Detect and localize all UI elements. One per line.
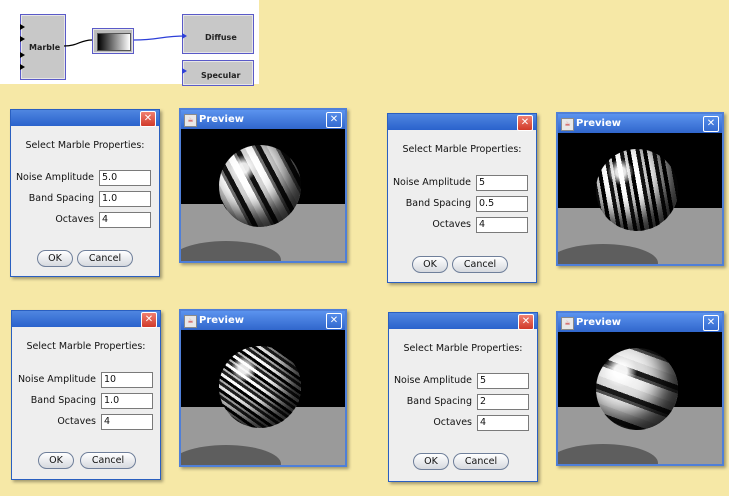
- dialog-heading: Select Marble Properties:: [403, 343, 523, 354]
- dialog-heading: Select Marble Properties:: [25, 140, 145, 151]
- marble-sphere: [219, 346, 301, 428]
- render-viewport: [181, 330, 345, 465]
- ok-button[interactable]: OK: [413, 453, 449, 470]
- ok-button[interactable]: OK: [37, 250, 73, 267]
- marble-sphere: [219, 145, 301, 227]
- noise-amplitude-field[interactable]: 5: [477, 373, 529, 389]
- band-spacing-field[interactable]: 1.0: [99, 191, 151, 207]
- dialog-titlebar[interactable]: ✕: [388, 114, 536, 131]
- band-spacing-field[interactable]: 2: [477, 394, 529, 410]
- specular-label: Specular: [201, 71, 241, 80]
- java-app-icon: ☕: [561, 317, 574, 330]
- octaves-field[interactable]: 4: [101, 414, 153, 430]
- preview-title: Preview: [199, 315, 245, 326]
- band-spacing-field[interactable]: 1.0: [101, 393, 153, 409]
- octaves-label: Octaves: [433, 417, 472, 428]
- dialog-titlebar[interactable]: ✕: [12, 311, 160, 328]
- java-app-icon: ☕: [184, 114, 197, 127]
- specular-node[interactable]: Specular: [182, 60, 254, 86]
- preview-window: ☕ Preview ✕: [179, 309, 347, 467]
- render-viewport: [558, 332, 722, 464]
- band-spacing-label: Band Spacing: [28, 193, 94, 204]
- octaves-field[interactable]: 4: [476, 217, 528, 233]
- close-button[interactable]: ✕: [326, 112, 342, 128]
- noise-amplitude-label: Noise Amplitude: [17, 374, 96, 385]
- marble-properties-dialog: ✕ Select Marble Properties: Noise Amplit…: [387, 113, 537, 283]
- diffuse-label: Diffuse: [205, 33, 237, 42]
- render-viewport: [181, 129, 345, 261]
- marble-properties-dialog: ✕ Select Marble Properties: Noise Amplit…: [10, 109, 160, 277]
- close-button[interactable]: ✕: [326, 313, 342, 329]
- gradient-node[interactable]: [92, 28, 134, 54]
- diffuse-node[interactable]: Diffuse: [182, 14, 254, 54]
- preview-title: Preview: [576, 317, 622, 328]
- preview-title: Preview: [576, 118, 622, 129]
- close-button[interactable]: ✕: [703, 315, 719, 331]
- band-spacing-label: Band Spacing: [405, 198, 471, 209]
- dialog-titlebar[interactable]: ✕: [11, 110, 159, 127]
- band-spacing-label: Band Spacing: [30, 395, 96, 406]
- close-button[interactable]: ✕: [703, 116, 719, 132]
- noise-amplitude-label: Noise Amplitude: [15, 172, 94, 183]
- preview-titlebar[interactable]: ☕ Preview ✕: [181, 110, 345, 129]
- cancel-button[interactable]: Cancel: [453, 453, 509, 470]
- noise-amplitude-label: Noise Amplitude: [393, 375, 472, 386]
- preview-titlebar[interactable]: ☕ Preview ✕: [181, 311, 345, 330]
- octaves-field[interactable]: 4: [477, 415, 529, 431]
- dialog-heading: Select Marble Properties:: [26, 341, 146, 352]
- noise-amplitude-field[interactable]: 10: [101, 372, 153, 388]
- close-button[interactable]: ✕: [518, 314, 534, 330]
- diffuse-input-pin[interactable]: [182, 33, 187, 39]
- octaves-label: Octaves: [57, 416, 96, 427]
- marble-sphere: [596, 149, 678, 231]
- marble-sphere: [596, 348, 678, 430]
- preview-titlebar[interactable]: ☕ Preview ✕: [558, 114, 722, 133]
- close-button[interactable]: ✕: [140, 111, 156, 127]
- preview-title: Preview: [199, 114, 245, 125]
- preview-window: ☕ Preview ✕: [179, 108, 347, 263]
- close-button[interactable]: ✕: [517, 115, 533, 131]
- node-graph-strip: Marble Diffuse Specular: [0, 0, 259, 86]
- java-app-icon: ☕: [184, 315, 197, 328]
- octaves-label: Octaves: [55, 214, 94, 225]
- preview-window: ☕ Preview ✕: [556, 311, 724, 466]
- octaves-label: Octaves: [432, 219, 471, 230]
- dialog-titlebar[interactable]: ✕: [389, 313, 537, 330]
- cancel-button[interactable]: Cancel: [80, 452, 136, 469]
- preview-titlebar[interactable]: ☕ Preview ✕: [558, 313, 722, 332]
- gradient-swatch: [97, 33, 131, 51]
- ok-button[interactable]: OK: [412, 256, 448, 273]
- render-viewport: [558, 133, 722, 264]
- marble-properties-dialog: ✕ Select Marble Properties: Noise Amplit…: [388, 312, 538, 482]
- ok-button[interactable]: OK: [38, 452, 74, 469]
- close-button[interactable]: ✕: [141, 312, 157, 328]
- noise-amplitude-field[interactable]: 5.0: [99, 170, 151, 186]
- band-spacing-field[interactable]: 0.5: [476, 196, 528, 212]
- marble-properties-dialog: ✕ Select Marble Properties: Noise Amplit…: [11, 310, 161, 480]
- cancel-button[interactable]: Cancel: [77, 250, 133, 267]
- preview-window: ☕ Preview ✕: [556, 112, 724, 266]
- noise-amplitude-field[interactable]: 5: [476, 175, 528, 191]
- java-app-icon: ☕: [561, 118, 574, 131]
- cancel-button[interactable]: Cancel: [452, 256, 508, 273]
- noise-amplitude-label: Noise Amplitude: [392, 177, 471, 188]
- band-spacing-label: Band Spacing: [406, 396, 472, 407]
- octaves-field[interactable]: 4: [99, 212, 151, 228]
- dialog-heading: Select Marble Properties:: [402, 144, 522, 155]
- specular-input-pin[interactable]: [182, 68, 187, 74]
